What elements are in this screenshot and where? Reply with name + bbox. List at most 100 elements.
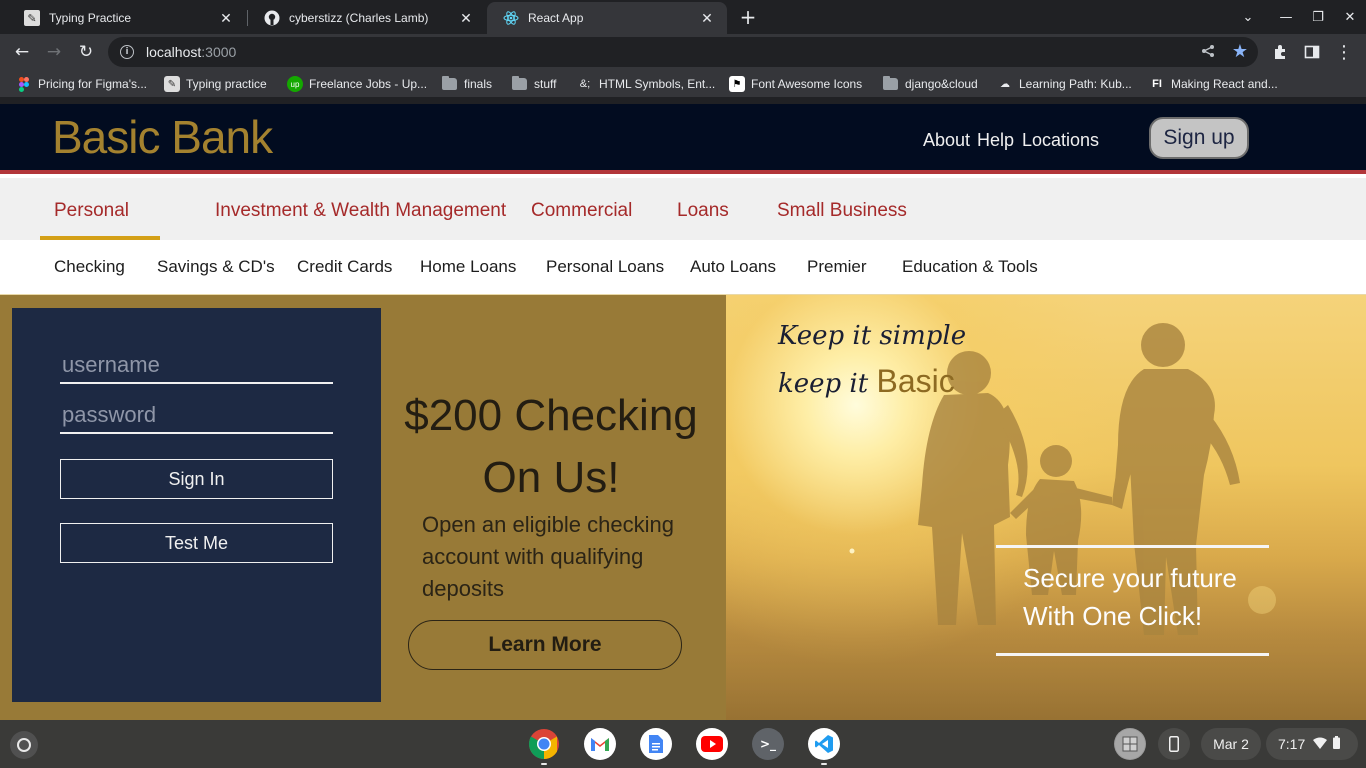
share-icon[interactable] [1198, 41, 1218, 61]
tab-typing-practice[interactable]: ✎ Typing Practice ✕ [8, 2, 246, 34]
youtube-icon[interactable] [696, 728, 728, 760]
tab-github[interactable]: cyberstizz (Charles Lamb) ✕ [248, 2, 486, 34]
docs-icon[interactable] [640, 728, 672, 760]
bookmark-folder[interactable]: django&cloud [883, 75, 978, 93]
avatar[interactable] [1114, 728, 1146, 760]
secure-text: Secure your future With One Click! [1023, 559, 1283, 635]
secure-line: With One Click! [1023, 601, 1203, 631]
tab-react-app[interactable]: React App ✕ [487, 2, 727, 34]
figma-icon [16, 76, 32, 92]
side-panel-icon[interactable] [1300, 40, 1324, 64]
learn-more-button[interactable]: Learn More [408, 620, 682, 670]
subnav-education-tools[interactable]: Education & Tools [902, 257, 1038, 277]
gmail-icon[interactable] [584, 728, 616, 760]
nav-locations[interactable]: Locations [1022, 130, 1099, 151]
bookmark-folder[interactable]: finals [442, 75, 492, 93]
nav-about[interactable]: About [923, 130, 970, 151]
tab-title: Typing Practice [49, 11, 132, 25]
html-symbols-icon: &; [579, 78, 591, 90]
url-text[interactable]: localhost:3000 [146, 44, 236, 60]
browser-tab-strip: ✎ Typing Practice ✕ cyberstizz (Charles … [0, 0, 1366, 34]
close-window-icon[interactable]: ✕ [1338, 5, 1362, 29]
flag-icon: ⚑ [729, 76, 745, 92]
sign-in-button[interactable]: Sign In [60, 459, 333, 499]
subnav-premier[interactable]: Premier [807, 257, 867, 277]
bookmark-label: Making React and... [1171, 77, 1278, 91]
username-field[interactable]: username [60, 352, 333, 384]
tab-title: React App [528, 11, 584, 25]
bookmark-label: Freelance Jobs - Up... [309, 77, 428, 91]
family-silhouette-image [726, 323, 1366, 720]
restore-icon[interactable]: ❐ [1306, 5, 1330, 29]
bookmark-item[interactable]: Pricing for Figma's... [16, 75, 147, 93]
subnav-home-loans[interactable]: Home Loans [420, 257, 516, 277]
bookmark-label: finals [464, 77, 493, 91]
terminal-icon[interactable]: >_ [752, 728, 784, 760]
nav-help[interactable]: Help [977, 130, 1014, 151]
promo-title: $200 Checking On Us! [398, 385, 704, 509]
bookmark-label: stuff [534, 77, 557, 91]
extensions-icon[interactable] [1268, 40, 1292, 64]
bookmark-item[interactable]: ⚑ Font Awesome Icons [729, 75, 862, 93]
status-tray[interactable]: 7:17 [1266, 728, 1358, 760]
promo-description: Open an eligible checking account with q… [422, 512, 674, 601]
back-icon[interactable]: ← [8, 38, 36, 66]
address-bar[interactable]: i localhost:3000 [108, 37, 1258, 67]
launcher-icon[interactable] [10, 731, 38, 759]
bookmark-item[interactable]: ☁ Learning Path: Kub... [997, 75, 1132, 93]
bookmark-star-icon[interactable]: ★ [1230, 41, 1250, 62]
wifi-icon [1313, 736, 1328, 752]
site-header: Basic Bank About Help Locations Sign up [0, 104, 1366, 174]
password-field[interactable]: password [60, 402, 333, 434]
browser-toolbar: ← → ↻ i localhost:3000 ★ ⋮ [0, 34, 1366, 70]
chrome-icon[interactable] [528, 728, 560, 760]
bookmark-label: Pricing for Figma's... [38, 77, 147, 91]
reload-icon[interactable]: ↻ [72, 38, 100, 66]
react-icon [503, 10, 519, 26]
web-page: Basic Bank About Help Locations Sign up … [0, 104, 1366, 720]
promo-title-line: On Us! [482, 453, 620, 502]
close-icon[interactable]: ✕ [699, 10, 715, 26]
close-icon[interactable]: ✕ [458, 10, 474, 26]
signup-button[interactable]: Sign up [1149, 117, 1249, 159]
test-me-button[interactable]: Test Me [60, 523, 333, 563]
subnav-credit-cards[interactable]: Credit Cards [297, 257, 392, 277]
category-small-business[interactable]: Small Business [777, 200, 907, 222]
typing-icon: ✎ [164, 76, 180, 92]
bookmark-label: Typing practice [186, 77, 267, 91]
tagline-basic: Basic [876, 363, 955, 399]
category-loans[interactable]: Loans [677, 200, 729, 222]
login-panel: username password Sign In Test Me [12, 308, 381, 702]
bookmark-item[interactable]: ✎ Typing practice [164, 75, 267, 93]
bookmark-item[interactable]: &; HTML Symbols, Ent... [577, 75, 715, 93]
new-tab-button[interactable]: + [736, 5, 760, 29]
date-tray[interactable]: Mar 2 [1201, 728, 1261, 760]
subnav-personal-loans[interactable]: Personal Loans [546, 257, 664, 277]
fi-icon: FI [1152, 78, 1162, 90]
bookmark-label: Font Awesome Icons [751, 77, 863, 91]
category-investment[interactable]: Investment & Wealth Management [215, 200, 506, 222]
github-icon [264, 10, 280, 26]
bookmark-item[interactable]: FI Making React and... [1149, 75, 1278, 93]
phone-hub-icon[interactable] [1158, 728, 1190, 760]
bookmarks-bar: Pricing for Figma's... ✎ Typing practice… [0, 70, 1366, 98]
category-commercial[interactable]: Commercial [531, 200, 632, 222]
tab-search-icon[interactable]: ⌄ [1236, 5, 1260, 29]
subnav-savings[interactable]: Savings & CD's [157, 257, 275, 277]
promo-section: username password Sign In Test Me $200 C… [0, 295, 726, 720]
secure-line: Secure your future [1023, 563, 1237, 593]
bookmark-item[interactable]: up Freelance Jobs - Up... [287, 75, 427, 93]
promo-title-line: $200 Checking [404, 391, 698, 440]
category-personal[interactable]: Personal [54, 200, 129, 222]
tagline-line-2: keep it Basic [778, 363, 955, 399]
subnav-checking[interactable]: Checking [54, 257, 125, 277]
site-info-icon[interactable]: i [120, 45, 134, 59]
minimize-icon[interactable]: — [1274, 5, 1298, 29]
vscode-icon[interactable] [808, 728, 840, 760]
site-logo[interactable]: Basic Bank [52, 110, 273, 164]
menu-icon[interactable]: ⋮ [1332, 40, 1356, 64]
bookmark-folder[interactable]: stuff [512, 75, 556, 93]
subnav-auto-loans[interactable]: Auto Loans [690, 257, 776, 277]
close-icon[interactable]: ✕ [218, 10, 234, 26]
forward-icon[interactable]: → [40, 38, 68, 66]
